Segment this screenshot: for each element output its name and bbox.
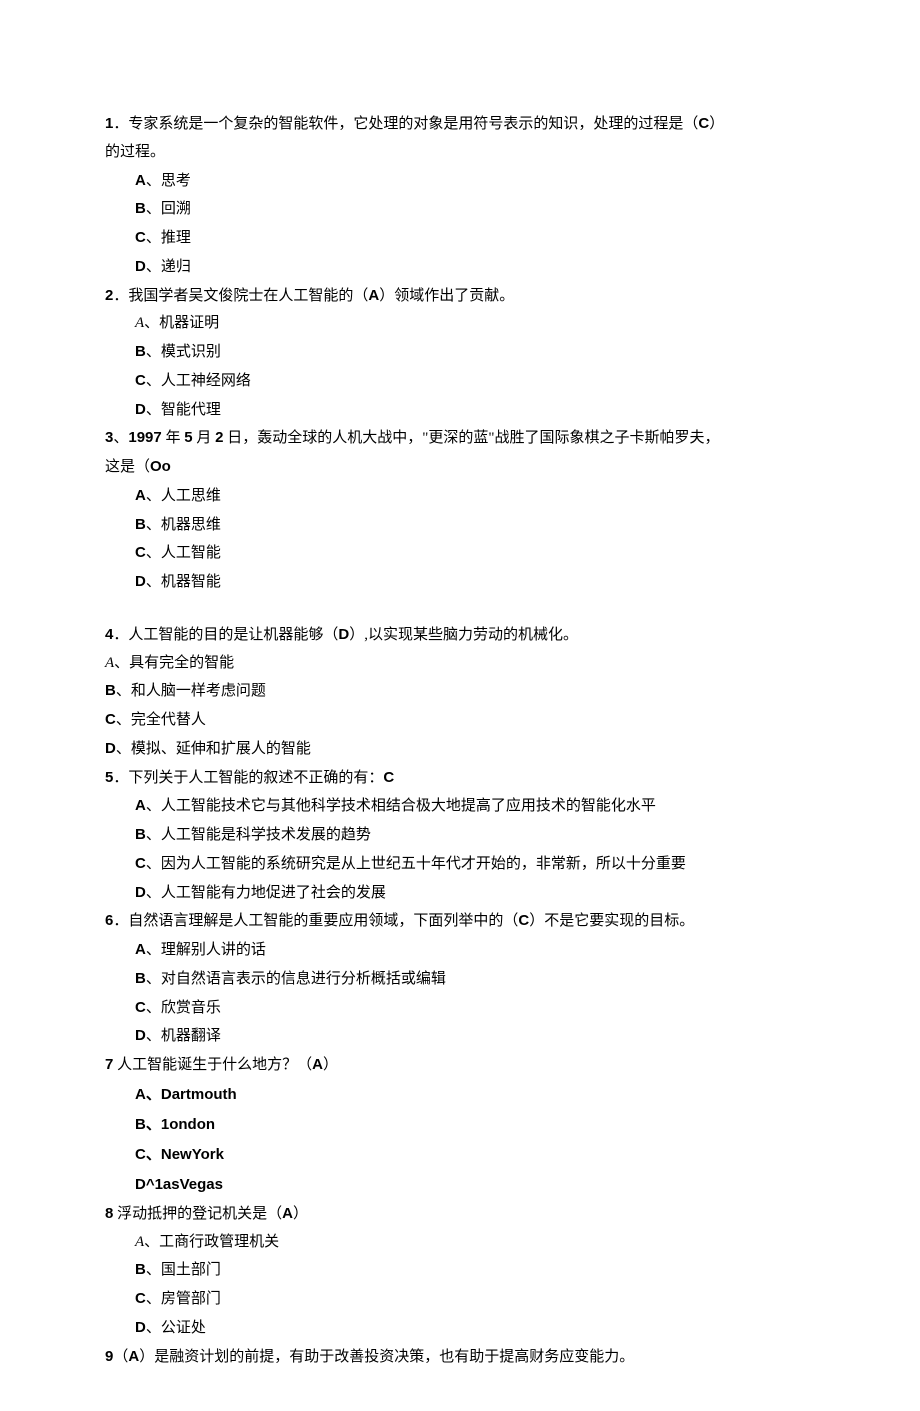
option-b: B、机器思维: [135, 511, 815, 540]
option-c: C、推理: [135, 224, 815, 253]
answer-marker: D: [338, 626, 349, 643]
stem-continuation: 的过程。: [105, 139, 815, 167]
option-d: D、公证处: [135, 1314, 815, 1343]
option-a: A、理解别人讲的话: [135, 936, 815, 965]
stem-tail: ）是融资计划的前提，有助于改善投资决策，也有助于提高财务应变能力。: [139, 1349, 634, 1365]
stem-tail: ）领域作出了贡献。: [379, 288, 514, 304]
stem-text: 人工智能诞生于什么地方？（: [113, 1057, 312, 1073]
option-d: D、人工智能有力地促进了社会的发展: [135, 879, 815, 908]
option-d: D、递归: [135, 253, 815, 282]
stem-tail: ）: [709, 116, 724, 132]
stem-text: ．我国学者吴文俊院士在人工智能的（: [113, 288, 368, 304]
question-2: 2．我国学者吴文俊院士在人工智能的（A）领域作出了贡献。 A、机器证明 B、模式…: [105, 282, 815, 425]
stem-text: 日，轰动全球的人机大战中，"更深的蓝"战胜了国际象棋之子卡斯帕罗夫，: [223, 430, 719, 446]
stem-text: ．人工智能的目的是让机器能够（: [113, 627, 338, 643]
question-stem: 1．专家系统是一个复杂的智能软件，它处理的对象是用符号表示的知识，处理的过程是（…: [105, 110, 815, 139]
stem-continuation: 这是（Oo: [105, 453, 815, 482]
question-stem: 2．我国学者吴文俊院士在人工智能的（A）领域作出了贡献。: [105, 282, 815, 311]
answer-marker: A: [368, 287, 379, 304]
option-list: A、机器证明 B、模式识别 C、人工神经网络 D、智能代理: [105, 310, 815, 424]
spacing: [105, 597, 815, 621]
option-c: C、人工智能: [135, 539, 815, 568]
stem-text: ．自然语言理解是人工智能的重要应用领域，下面列举中的（: [113, 913, 518, 929]
question-stem: 3、1997 年 5 月 2 日，轰动全球的人机大战中，"更深的蓝"战胜了国际象…: [105, 424, 815, 453]
option-a: A、人工智能技术它与其他科学技术相结合极大地提高了应用技术的智能化水平: [135, 792, 815, 821]
option-c: C、人工神经网络: [135, 367, 815, 396]
option-list: A、Dartmouth B、1ondon C、NewYork D^1asVega…: [105, 1080, 815, 1200]
answer-marker: C: [383, 769, 394, 786]
answer-marker: C: [518, 912, 529, 929]
stem-text: ．下列关于人工智能的叙述不正确的有：: [113, 770, 383, 786]
answer-marker: A: [312, 1056, 323, 1073]
option-c: C、欣赏音乐: [135, 994, 815, 1023]
option-c: C、因为人工智能的系统研究是从上世纪五十年代才开始的，非常新，所以十分重要: [135, 850, 815, 879]
document-page: 1．专家系统是一个复杂的智能软件，它处理的对象是用符号表示的知识，处理的过程是（…: [0, 0, 920, 1411]
answer-marker: C: [698, 115, 709, 132]
option-list: A、思考 B、回溯 C、推理 D、递归: [105, 167, 815, 282]
option-a: A、思考: [135, 167, 815, 196]
stem-text: 浮动抵押的登记机关是（: [113, 1206, 282, 1222]
stem-text: ．专家系统是一个复杂的智能软件，它处理的对象是用符号表示的知识，处理的过程是（: [113, 116, 698, 132]
option-c: C、NewYork: [135, 1140, 815, 1170]
question-number: 9: [105, 1348, 113, 1365]
option-d: D、模拟、延伸和扩展人的智能: [105, 735, 815, 764]
option-b: B、模式识别: [135, 338, 815, 367]
option-a: A、Dartmouth: [135, 1080, 815, 1110]
answer-marker: Oo: [150, 458, 171, 475]
stem-tail: ）: [293, 1206, 308, 1222]
question-8: 8 浮动抵押的登记机关是（A） A、工商行政管理机关 B、国土部门 C、房管部门…: [105, 1200, 815, 1343]
option-a: A、人工思维: [135, 482, 815, 511]
option-d: D、机器翻译: [135, 1022, 815, 1051]
stem-tail: ）,以实现某些脑力劳动的机械化。: [349, 627, 578, 643]
option-b: B、回溯: [135, 195, 815, 224]
option-list: A、工商行政管理机关 B、国土部门 C、房管部门 D、公证处: [105, 1229, 815, 1343]
question-9: 9（A）是融资计划的前提，有助于改善投资决策，也有助于提高财务应变能力。: [105, 1343, 815, 1372]
question-6: 6．自然语言理解是人工智能的重要应用领域，下面列举中的（C）不是它要实现的目标。…: [105, 907, 815, 1051]
stem-tail: ）: [323, 1057, 338, 1073]
stem-tail: ）不是它要实现的目标。: [529, 913, 694, 929]
option-b: B、1ondon: [135, 1110, 815, 1140]
question-3: 3、1997 年 5 月 2 日，轰动全球的人机大战中，"更深的蓝"战胜了国际象…: [105, 424, 815, 597]
option-d: D^1asVegas: [135, 1170, 815, 1200]
question-7: 7 人工智能诞生于什么地方？（A） A、Dartmouth B、1ondon C…: [105, 1051, 815, 1200]
option-list: A、人工智能技术它与其他科学技术相结合极大地提高了应用技术的智能化水平 B、人工…: [105, 792, 815, 907]
option-c: C、房管部门: [135, 1285, 815, 1314]
option-list: A、人工思维 B、机器思维 C、人工智能 D、机器智能: [105, 482, 815, 597]
option-b: B、人工智能是科学技术发展的趋势: [135, 821, 815, 850]
question-stem: 4．人工智能的目的是让机器能够（D）,以实现某些脑力劳动的机械化。: [105, 621, 815, 650]
question-stem: 9（A）是融资计划的前提，有助于改善投资决策，也有助于提高财务应变能力。: [105, 1343, 815, 1372]
option-d: D、机器智能: [135, 568, 815, 597]
question-stem: 7 人工智能诞生于什么地方？（A）: [105, 1051, 815, 1080]
option-b: B、对自然语言表示的信息进行分析概括或编辑: [135, 965, 815, 994]
question-stem: 8 浮动抵押的登记机关是（A）: [105, 1200, 815, 1229]
option-list: A、理解别人讲的话 B、对自然语言表示的信息进行分析概括或编辑 C、欣赏音乐 D…: [105, 936, 815, 1051]
question-1: 1．专家系统是一个复杂的智能软件，它处理的对象是用符号表示的知识，处理的过程是（…: [105, 110, 815, 282]
option-a: A、机器证明: [135, 310, 815, 338]
question-stem: 6．自然语言理解是人工智能的重要应用领域，下面列举中的（C）不是它要实现的目标。: [105, 907, 815, 936]
question-stem: 5．下列关于人工智能的叙述不正确的有：C: [105, 764, 815, 793]
answer-marker: A: [128, 1348, 139, 1365]
option-a: A、具有完全的智能: [105, 650, 815, 678]
option-a: A、工商行政管理机关: [135, 1229, 815, 1257]
answer-marker: A: [282, 1205, 293, 1222]
option-b: B、国土部门: [135, 1256, 815, 1285]
option-d: D、智能代理: [135, 396, 815, 425]
question-5: 5．下列关于人工智能的叙述不正确的有：C A、人工智能技术它与其他科学技术相结合…: [105, 764, 815, 908]
option-c: C、完全代替人: [105, 706, 815, 735]
option-b: B、和人脑一样考虑问题: [105, 677, 815, 706]
question-4: 4．人工智能的目的是让机器能够（D）,以实现某些脑力劳动的机械化。 A、具有完全…: [105, 621, 815, 764]
option-list: A、具有完全的智能 B、和人脑一样考虑问题 C、完全代替人 D、模拟、延伸和扩展…: [105, 650, 815, 764]
